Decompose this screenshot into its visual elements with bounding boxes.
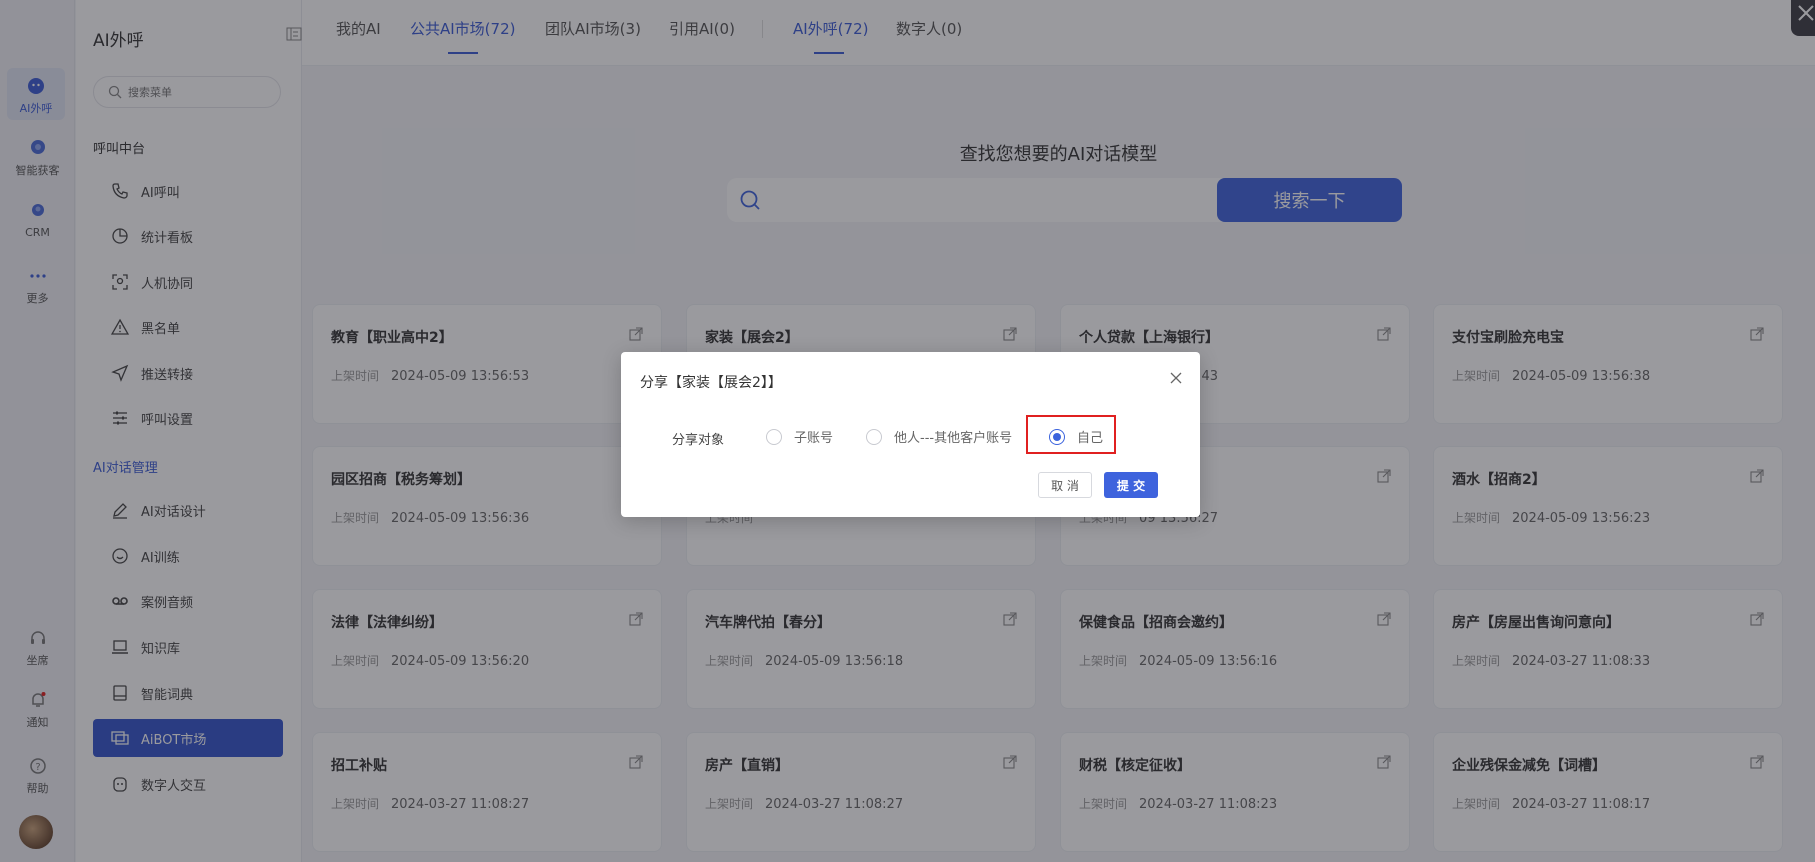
close-icon[interactable] (1168, 370, 1184, 386)
dialog-title: 分享【家装【展会2】】 (640, 375, 782, 391)
radio-button[interactable] (1049, 428, 1065, 445)
radio-self[interactable]: 自己 (1049, 427, 1103, 446)
radio-label: 自己 (1077, 431, 1104, 446)
radio-label: 子账号 (794, 431, 834, 446)
radio-label: 他人---其他客户账号 (894, 431, 1013, 446)
share-target-label: 分享对象 (672, 433, 725, 448)
cancel-button[interactable]: 取 消 (1038, 472, 1092, 498)
radio-sub-account[interactable]: 子账号 (766, 427, 833, 446)
submit-button[interactable]: 提 交 (1104, 472, 1158, 498)
radio-button[interactable] (766, 428, 782, 445)
radio-button[interactable] (866, 428, 882, 445)
radio-other-customer[interactable]: 他人---其他客户账号 (866, 427, 1012, 446)
share-dialog: 分享【家装【展会2】】 分享对象 子账号 他人---其他客户账号 自己 取 消 … (621, 352, 1200, 517)
